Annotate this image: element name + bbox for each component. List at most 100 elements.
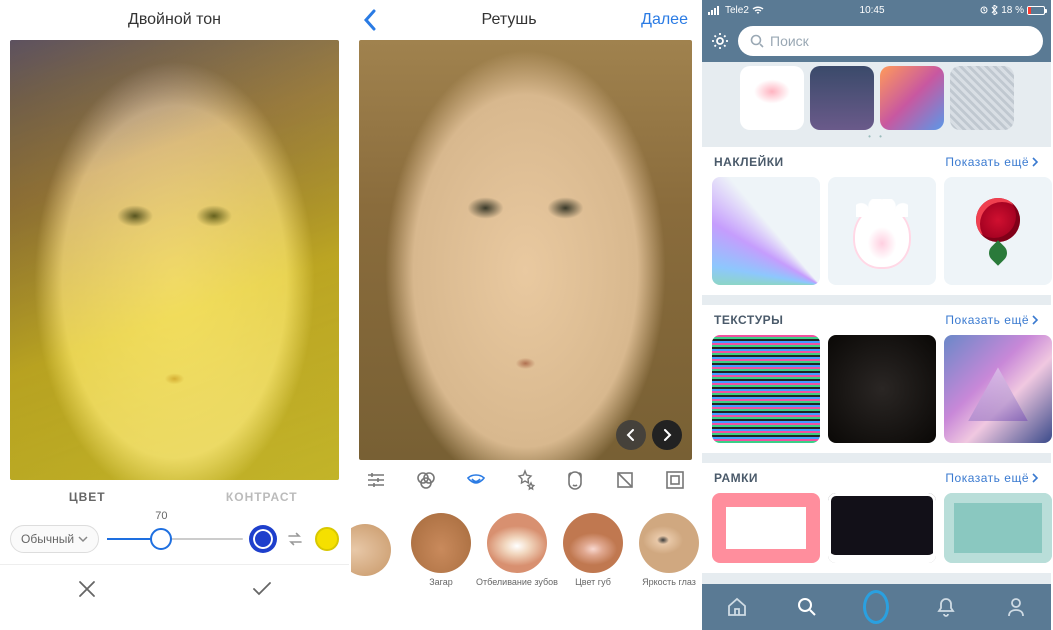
screen-retouch: Ретушь Далее Загар Отбеливание зубов — [351, 0, 702, 630]
bluetooth-icon — [991, 5, 998, 15]
search-icon — [750, 34, 764, 48]
search-placeholder: Поиск — [770, 33, 809, 49]
apply-button[interactable] — [175, 565, 350, 612]
retouch-option-tan[interactable]: Загар — [405, 513, 477, 587]
battery-icon — [1027, 6, 1045, 15]
show-more-textures[interactable]: Показать ещё — [945, 313, 1039, 327]
arrow-right-icon — [661, 429, 673, 441]
tool-stickers-icon[interactable] — [562, 467, 588, 493]
header-title: Двойной тон — [0, 0, 349, 40]
frame-red[interactable] — [712, 493, 820, 563]
sticker-rainbow[interactable] — [712, 177, 820, 285]
chevron-down-icon — [78, 534, 88, 544]
header-title: Ретушь — [482, 11, 537, 29]
search-bar: Поиск — [702, 20, 1051, 62]
tab-color[interactable]: ЦВЕТ — [0, 490, 175, 504]
screen-duotone: Двойной тон ЦВЕТ КОНТРАСТ Обычный 70 — [0, 0, 351, 630]
featured-tile[interactable] — [950, 66, 1014, 130]
check-icon — [250, 577, 274, 601]
preview-prev-button[interactable] — [616, 420, 646, 450]
carrier-label: Tele2 — [725, 5, 749, 16]
sticker-rose[interactable] — [944, 177, 1052, 285]
color-swatch-secondary[interactable] — [315, 527, 339, 551]
bell-icon — [936, 596, 956, 618]
battery-percent: 18 % — [1001, 5, 1024, 16]
swap-colors-button[interactable] — [283, 527, 307, 551]
chevron-right-icon — [1031, 157, 1039, 167]
swap-icon — [285, 529, 305, 549]
preview-next-button[interactable] — [652, 420, 682, 450]
chevron-right-icon — [1031, 315, 1039, 325]
tool-adjust-icon[interactable] — [363, 467, 389, 493]
wifi-icon — [752, 6, 764, 15]
texture-dark[interactable] — [828, 335, 936, 443]
tool-frame-icon[interactable] — [662, 467, 688, 493]
preview-image[interactable] — [359, 40, 692, 460]
clock: 10:45 — [860, 5, 885, 16]
retouch-option-partial-left[interactable] — [359, 524, 401, 576]
retouch-option-lips[interactable]: Цвет губ — [557, 513, 629, 587]
arrow-left-icon — [625, 429, 637, 441]
back-button[interactable] — [363, 9, 377, 31]
settings-button[interactable] — [710, 31, 730, 51]
retouch-option-teeth[interactable]: Отбеливание зубов — [481, 513, 553, 587]
cancel-button[interactable] — [0, 565, 175, 612]
nav-create[interactable] — [863, 594, 889, 620]
tool-beauty-icon[interactable] — [463, 467, 489, 493]
slider-row: Обычный 70 — [0, 514, 349, 564]
featured-tile[interactable] — [810, 66, 874, 130]
texture-crystal[interactable] — [944, 335, 1052, 443]
tool-overlay-icon[interactable] — [612, 467, 638, 493]
show-more-stickers[interactable]: Показать ещё — [945, 155, 1039, 169]
tool-filter-icon[interactable] — [413, 467, 439, 493]
preview-image[interactable] — [10, 40, 339, 480]
tool-effects-icon[interactable] — [512, 467, 538, 493]
featured-row — [702, 62, 1051, 142]
nav-search[interactable] — [794, 594, 820, 620]
bottom-actions — [0, 564, 349, 612]
nav-profile[interactable] — [1003, 594, 1029, 620]
section-title: ТЕКСТУРЫ — [714, 313, 783, 327]
featured-tile[interactable] — [880, 66, 944, 130]
style-select[interactable]: Обычный — [10, 525, 99, 553]
signal-icon — [708, 6, 722, 15]
person-icon — [1006, 596, 1026, 618]
chevron-left-icon — [363, 9, 377, 31]
sticker-paw[interactable] — [828, 177, 936, 285]
gear-icon — [710, 31, 730, 51]
tool-category-bar — [351, 460, 700, 500]
color-swatch-primary[interactable] — [251, 527, 275, 551]
bottom-nav — [702, 584, 1051, 630]
retouch-option-eyes[interactable]: Яркость глаз — [633, 513, 700, 587]
search-input[interactable]: Поиск — [738, 26, 1043, 56]
show-more-frames[interactable]: Показать ещё — [945, 471, 1039, 485]
section-frames: РАМКИ Показать ещё — [702, 463, 1051, 573]
header: Ретушь Далее — [351, 0, 700, 40]
frame-dark[interactable] — [828, 493, 936, 563]
retouch-options: Загар Отбеливание зубов Цвет губ Яркость… — [351, 500, 700, 600]
page-indicator: • • — [702, 132, 1051, 141]
nav-home[interactable] — [724, 594, 750, 620]
search-icon — [796, 596, 818, 618]
frame-teal[interactable] — [944, 493, 1052, 563]
slider-value: 70 — [155, 510, 167, 522]
nav-notifications[interactable] — [933, 594, 959, 620]
style-label: Обычный — [21, 532, 74, 546]
intensity-slider[interactable]: 70 — [107, 524, 243, 554]
featured-tile[interactable] — [740, 66, 804, 130]
close-icon — [76, 578, 98, 600]
status-bar: Tele2 10:45 18 % — [702, 0, 1051, 20]
section-stickers: НАКЛЕЙКИ Показать ещё — [702, 147, 1051, 295]
home-icon — [726, 596, 748, 618]
adjust-tabs: ЦВЕТ КОНТРАСТ — [0, 480, 349, 514]
alarm-icon — [980, 5, 988, 15]
tab-contrast[interactable]: КОНТРАСТ — [175, 490, 350, 504]
section-title: РАМКИ — [714, 471, 758, 485]
texture-glitch[interactable] — [712, 335, 820, 443]
screen-library: Tele2 10:45 18 % Поиск • • НАКЛЕЙКИ Пок — [702, 0, 1053, 630]
section-title: НАКЛЕЙКИ — [714, 155, 784, 169]
circle-icon — [863, 590, 889, 624]
section-textures: ТЕКСТУРЫ Показать ещё — [702, 305, 1051, 453]
chevron-right-icon — [1031, 473, 1039, 483]
next-button[interactable]: Далее — [641, 11, 688, 29]
